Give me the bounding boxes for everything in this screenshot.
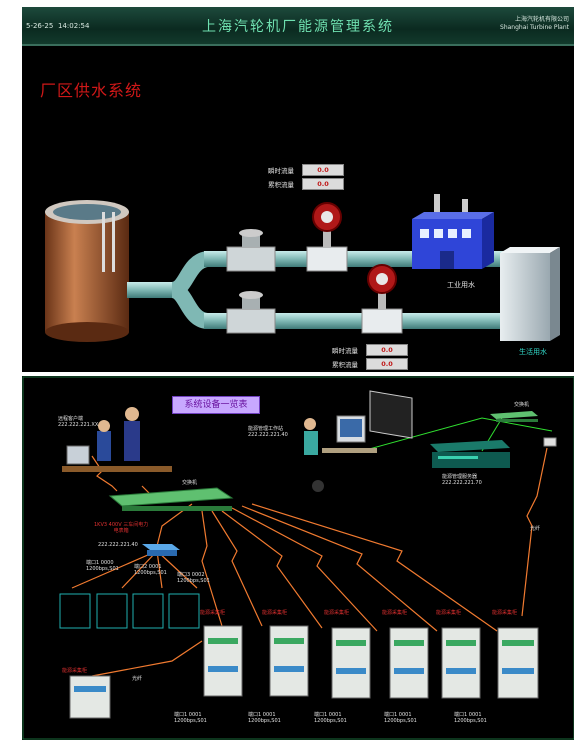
cabinet-port-3: 端口1 0001 1200bps,S01: [314, 712, 347, 724]
mgmt-station-ip: 222.222.221.40: [248, 432, 288, 438]
flowmeter-bottom[interactable]: [361, 264, 403, 334]
cabinet[interactable]: [389, 627, 429, 699]
cabinet[interactable]: [497, 627, 539, 699]
mgmt-station-label: 能源管理工作站 222.222.221.40: [248, 426, 288, 438]
switch-label: 交换机: [182, 480, 198, 486]
flow-readout-top: 瞬时流量 0.0 累积流量 0.0: [268, 164, 344, 192]
converter-port-3: 端口3 0002 1200bps,S01: [177, 572, 210, 584]
main-switch[interactable]: [108, 487, 234, 511]
flow-readout-bottom: 瞬时流量 0.0 累积流量 0.0: [332, 344, 408, 372]
cabinet-port-2: 端口1 0001 1200bps,S01: [248, 712, 281, 724]
water-tank[interactable]: [45, 200, 129, 342]
valve-bottom[interactable]: [226, 291, 276, 334]
cabinet-port-4: 端口1 0001 1200bps,S01: [384, 712, 417, 724]
total-flow-label: 累积流量: [268, 181, 294, 189]
converter-port-2: 端口2 0001 1200bps,S01: [134, 564, 167, 576]
total-flow-label: 累积流量: [332, 361, 358, 369]
collection-cabinets: [69, 625, 539, 719]
port-rate: 1200bps,S01: [384, 718, 417, 724]
cabinet[interactable]: [203, 625, 243, 697]
converter-ip: 222.222.221.40: [98, 542, 138, 548]
large-monitor: [369, 390, 413, 439]
instant-flow-value: 0.0: [366, 344, 408, 356]
valve-top[interactable]: [226, 229, 276, 272]
industrial-water-label: 工业用水: [447, 281, 475, 289]
instant-flow-value: 0.0: [302, 164, 344, 176]
fiber-label: 光纤: [530, 526, 541, 532]
fiber-label-2: 光纤: [132, 676, 143, 682]
cabinet-label-4: 能源采集柜: [382, 610, 408, 616]
domestic-building[interactable]: [500, 247, 560, 341]
small-cabinet[interactable]: [69, 675, 111, 719]
mgmt-server-ip: 222.222.221.70: [442, 480, 482, 486]
fiber-converter[interactable]: [543, 437, 557, 447]
device-list-banner[interactable]: 系统设备一览表: [172, 396, 260, 414]
network-panel: 系统设备一览表 远程客户端 222.222.221.XX 能源管理工作站 222…: [22, 376, 574, 740]
mgmt-server-label: 能源管理服务器 222.222.221.70: [442, 474, 482, 486]
management-workstation[interactable]: [304, 415, 377, 492]
port-rate: 1200bps,S01: [174, 718, 207, 724]
total-flow-value: 0.0: [302, 178, 344, 190]
cabinet[interactable]: [331, 627, 371, 699]
remote-client-label: 远程客户端 222.222.221.XX: [58, 416, 98, 428]
cabinet-label-6: 能源采集柜: [492, 610, 518, 616]
water-supply-panel: 5-26-25 14:02:54 上海汽轮机厂能源管理系统 上海汽轮机有限公司 …: [22, 7, 574, 372]
converter-label-2: 电表箱: [113, 528, 129, 534]
meter-boxes: [59, 593, 200, 629]
network-diagram: [22, 376, 574, 740]
cabinet-label-3: 能源采集柜: [324, 610, 350, 616]
protocol-converter[interactable]: [142, 544, 180, 556]
management-server[interactable]: [430, 440, 510, 468]
cabinet-port-1: 端口1 0001 1200bps,S01: [174, 712, 207, 724]
converter-label: 1KV3 400V 三车间电力 电表箱: [94, 522, 148, 534]
cabinet-label-1: 能源采集柜: [200, 610, 226, 616]
port-rate: 1200bps,S01: [454, 718, 487, 724]
port-rate: 1200bps,S01: [86, 566, 119, 572]
port-rate: 1200bps,S01: [248, 718, 281, 724]
port-rate: 1200bps,S01: [177, 578, 210, 584]
right-switch[interactable]: [490, 411, 538, 422]
cabinet[interactable]: [269, 625, 309, 697]
remote-client-ip: 222.222.221.XX: [58, 422, 99, 428]
cabinet[interactable]: [441, 627, 481, 699]
port-rate: 1200bps,S01: [134, 570, 167, 576]
instant-flow-label: 瞬时流量: [332, 347, 358, 355]
industrial-plant-building[interactable]: [412, 194, 494, 269]
port-rate: 1200bps,S01: [314, 718, 347, 724]
small-cabinet-label: 能源采集柜: [62, 668, 88, 674]
cabinet-label-2: 能源采集柜: [262, 610, 288, 616]
total-flow-value: 0.0: [366, 358, 408, 370]
cabinet-port-5: 端口1 0001 1200bps,S01: [454, 712, 487, 724]
instant-flow-label: 瞬时流量: [268, 167, 294, 175]
switch-right-label: 交换机: [514, 402, 530, 408]
cabinet-label-5: 能源采集柜: [436, 610, 462, 616]
flowmeter-top[interactable]: [306, 202, 348, 272]
converter-port-1: 端口1 0000 1200bps,S01: [86, 560, 119, 572]
domestic-water-label: 生活用水: [519, 348, 547, 356]
